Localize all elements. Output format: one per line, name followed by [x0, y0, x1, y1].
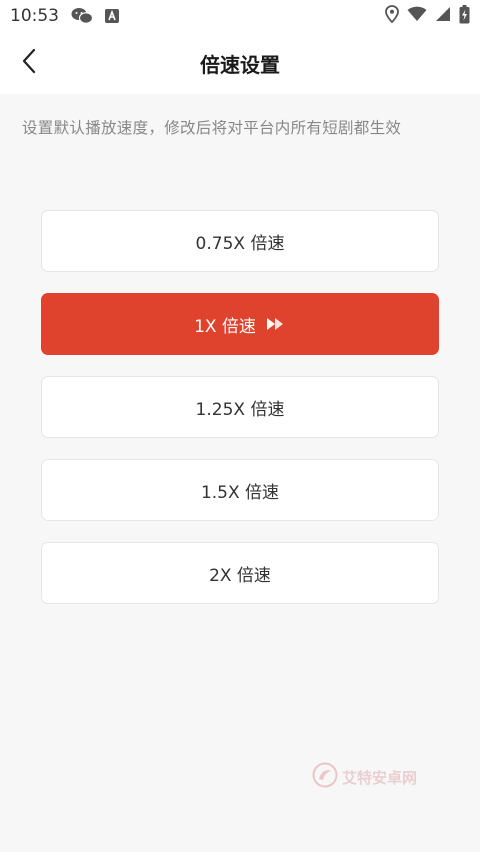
speed-option-label: 2X 倍速 [209, 565, 271, 586]
speed-option-label: 1.25X 倍速 [195, 399, 285, 420]
back-button[interactable] [14, 47, 44, 79]
speed-option-2x[interactable]: 2X 倍速 [41, 542, 439, 604]
a-badge-icon [105, 9, 119, 23]
status-bar: 10:53 [0, 0, 480, 32]
status-time: 10:53 [10, 6, 59, 26]
wifi-icon [407, 6, 427, 26]
speed-option-1x[interactable]: 1X 倍速 [41, 293, 439, 355]
battery-icon [459, 4, 470, 28]
hint-text: 设置默认播放速度，修改后将对平台内所有短剧都生效 [22, 119, 402, 137]
header-bar: 倍速设置 [0, 32, 480, 94]
speed-option-1-5x[interactable]: 1.5X 倍速 [41, 459, 439, 521]
fast-forward-icon [266, 317, 286, 331]
watermark: 艾特安卓网 [312, 762, 417, 792]
speed-option-label: 1X 倍速 [194, 316, 256, 337]
watermark-logo-icon [312, 762, 338, 792]
watermark-text: 艾特安卓网 [342, 768, 418, 787]
location-icon [385, 5, 399, 27]
page-title: 倍速设置 [200, 52, 280, 77]
speed-options-list: 0.75X 倍速 1X 倍速 1.25X 倍速 1.5X 倍速 2X 倍速 [41, 210, 439, 625]
chevron-left-icon [21, 48, 37, 78]
speed-option-label: 1.5X 倍速 [200, 482, 280, 503]
speed-option-0-75x[interactable]: 0.75X 倍速 [41, 210, 439, 272]
signal-icon [435, 6, 451, 26]
speed-option-1-25x[interactable]: 1.25X 倍速 [41, 376, 439, 438]
wechat-icon [71, 7, 93, 25]
speed-option-label: 0.75X 倍速 [195, 233, 285, 254]
